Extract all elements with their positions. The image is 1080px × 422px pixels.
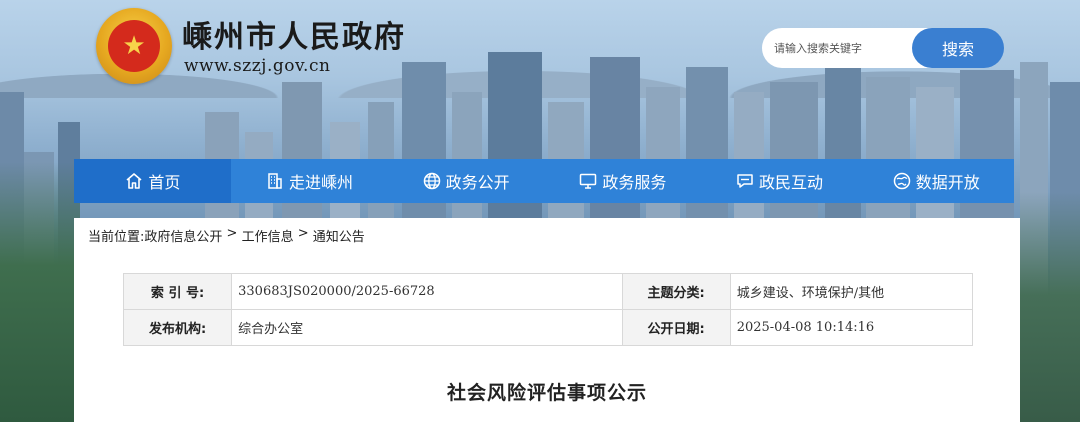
breadcrumb-separator: > (222, 226, 242, 241)
info-table: 索 引 号: 330683JS020000/2025-66728 主题分类: 城… (122, 273, 974, 346)
content-panel: 当前位置: 政府信息公开 > 工作信息 > 通知公告 索 引 号: 330683… (74, 218, 1020, 422)
search-bar: 搜索 (762, 28, 1004, 68)
date-label: 公开日期: (621, 309, 731, 346)
chat-icon (735, 171, 755, 191)
breadcrumb: 当前位置: 政府信息公开 > 工作信息 > 通知公告 (88, 226, 365, 245)
topic-label: 主题分类: (621, 273, 731, 310)
nav-label: 数据开放 (915, 173, 980, 192)
breadcrumb-prefix: 当前位置: (88, 230, 145, 245)
topic-value: 城乡建设、环境保护/其他 (729, 273, 974, 310)
national-emblem-icon[interactable]: ★ (96, 8, 172, 84)
greenery-left (0, 162, 80, 422)
breadcrumb-separator: > (293, 226, 313, 241)
site-title[interactable]: 嵊州市人民政府 (182, 12, 406, 56)
globe-icon (422, 171, 442, 191)
nav-label: 政务公开 (445, 173, 510, 192)
nav-item-gov-info[interactable]: 政务公开 (387, 159, 544, 203)
home-icon (124, 171, 144, 191)
search-input[interactable] (762, 28, 932, 68)
breadcrumb-link-notice[interactable]: 通知公告 (313, 226, 365, 245)
star-icon: ★ (108, 20, 160, 72)
nav-item-gov-service[interactable]: 政务服务 (544, 159, 701, 203)
org-value: 综合办公室 (231, 309, 623, 346)
nav-label: 走进嵊州 (289, 173, 354, 192)
monitor-icon (578, 171, 598, 191)
nav-label: 首页 (148, 173, 181, 192)
document-title: 社会风险评估事项公示 (446, 382, 647, 404)
date-value: 2025-04-08 10:14:16 (729, 309, 974, 346)
nav-item-interaction[interactable]: 政民互动 (701, 159, 858, 203)
nav-label: 政务服务 (602, 173, 667, 192)
site-url: www.szzj.gov.cn (184, 56, 331, 76)
nav-item-home[interactable]: 首页 (74, 159, 231, 203)
greenery-right (1020, 192, 1080, 422)
nav-item-open-data[interactable]: 数据开放 (857, 159, 1014, 203)
table-row: 索 引 号: 330683JS020000/2025-66728 主题分类: 城… (122, 273, 974, 310)
breadcrumb-link-work-info[interactable]: 工作信息 (242, 226, 294, 245)
building-icon (265, 171, 285, 191)
nav-item-about[interactable]: 走进嵊州 (231, 159, 388, 203)
breadcrumb-link-gov-info[interactable]: 政府信息公开 (144, 226, 222, 245)
table-row: 发布机构: 综合办公室 公开日期: 2025-04-08 10:14:16 (122, 309, 974, 346)
nav-label: 政民互动 (759, 173, 824, 192)
database-globe-icon (892, 171, 912, 191)
main-nav: 首页 走进嵊州 政务公开 政务服务 政民互动 数据开放 (74, 159, 1014, 203)
index-label: 索 引 号: (122, 273, 233, 310)
org-label: 发布机构: (122, 309, 233, 346)
search-button[interactable]: 搜索 (912, 28, 1004, 68)
index-value: 330683JS020000/2025-66728 (231, 273, 623, 310)
